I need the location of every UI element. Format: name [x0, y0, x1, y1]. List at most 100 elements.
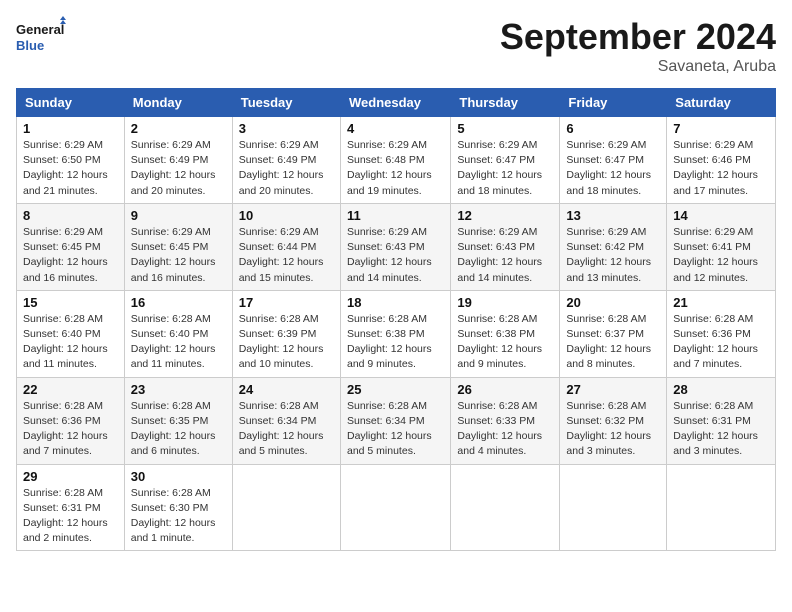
- weekday-header: Tuesday: [232, 89, 340, 117]
- calendar-week-row: 15 Sunrise: 6:28 AM Sunset: 6:40 PM Dayli…: [17, 290, 776, 377]
- day-number: 30: [131, 469, 226, 484]
- calendar-cell: 17 Sunrise: 6:28 AM Sunset: 6:39 PM Dayli…: [232, 290, 340, 377]
- location: Savaneta, Aruba: [500, 58, 776, 76]
- day-number: 14: [673, 208, 769, 223]
- calendar-week-row: 29 Sunrise: 6:28 AM Sunset: 6:31 PM Dayli…: [17, 464, 776, 551]
- day-number: 3: [239, 121, 334, 136]
- day-number: 12: [457, 208, 553, 223]
- day-number: 28: [673, 382, 769, 397]
- calendar-cell: 15 Sunrise: 6:28 AM Sunset: 6:40 PM Dayli…: [17, 290, 125, 377]
- calendar-cell: 13 Sunrise: 6:29 AM Sunset: 6:42 PM Dayli…: [560, 203, 667, 290]
- day-info: Sunrise: 6:28 AM Sunset: 6:33 PM Dayligh…: [457, 399, 553, 460]
- day-number: 1: [23, 121, 118, 136]
- weekday-header: Wednesday: [340, 89, 450, 117]
- calendar-cell: 7 Sunrise: 6:29 AM Sunset: 6:46 PM Daylig…: [667, 117, 776, 204]
- weekday-header: Saturday: [667, 89, 776, 117]
- weekday-header: Sunday: [17, 89, 125, 117]
- calendar-cell: 14 Sunrise: 6:29 AM Sunset: 6:41 PM Dayli…: [667, 203, 776, 290]
- day-number: 25: [347, 382, 444, 397]
- calendar-cell: 21 Sunrise: 6:28 AM Sunset: 6:36 PM Dayli…: [667, 290, 776, 377]
- calendar-cell: 1 Sunrise: 6:29 AM Sunset: 6:50 PM Daylig…: [17, 117, 125, 204]
- day-number: 13: [566, 208, 660, 223]
- day-info: Sunrise: 6:29 AM Sunset: 6:49 PM Dayligh…: [239, 138, 334, 199]
- day-info: Sunrise: 6:28 AM Sunset: 6:39 PM Dayligh…: [239, 312, 334, 373]
- day-info: Sunrise: 6:28 AM Sunset: 6:31 PM Dayligh…: [673, 399, 769, 460]
- calendar-cell: 22 Sunrise: 6:28 AM Sunset: 6:36 PM Dayli…: [17, 377, 125, 464]
- day-info: Sunrise: 6:28 AM Sunset: 6:34 PM Dayligh…: [347, 399, 444, 460]
- day-info: Sunrise: 6:28 AM Sunset: 6:37 PM Dayligh…: [566, 312, 660, 373]
- day-number: 6: [566, 121, 660, 136]
- calendar-cell: [451, 464, 560, 551]
- day-number: 18: [347, 295, 444, 310]
- calendar-cell: 28 Sunrise: 6:28 AM Sunset: 6:31 PM Dayli…: [667, 377, 776, 464]
- day-info: Sunrise: 6:29 AM Sunset: 6:47 PM Dayligh…: [457, 138, 553, 199]
- logo: General Blue: [16, 16, 66, 61]
- logo-svg: General Blue: [16, 16, 66, 61]
- page-header: General Blue September 2024 Savaneta, Ar…: [16, 16, 776, 76]
- day-number: 20: [566, 295, 660, 310]
- day-info: Sunrise: 6:28 AM Sunset: 6:40 PM Dayligh…: [23, 312, 118, 373]
- day-number: 9: [131, 208, 226, 223]
- calendar-cell: 2 Sunrise: 6:29 AM Sunset: 6:49 PM Daylig…: [124, 117, 232, 204]
- day-info: Sunrise: 6:29 AM Sunset: 6:43 PM Dayligh…: [457, 225, 553, 286]
- calendar-cell: 12 Sunrise: 6:29 AM Sunset: 6:43 PM Dayli…: [451, 203, 560, 290]
- calendar-cell: 10Sunrise: 6:29 AM Sunset: 6:44 PM Dayli…: [232, 203, 340, 290]
- svg-text:Blue: Blue: [16, 38, 44, 53]
- day-info: Sunrise: 6:29 AM Sunset: 6:48 PM Dayligh…: [347, 138, 444, 199]
- day-info: Sunrise: 6:28 AM Sunset: 6:30 PM Dayligh…: [131, 486, 226, 547]
- day-number: 5: [457, 121, 553, 136]
- day-info: Sunrise: 6:28 AM Sunset: 6:32 PM Dayligh…: [566, 399, 660, 460]
- day-info: Sunrise: 6:29 AM Sunset: 6:41 PM Dayligh…: [673, 225, 769, 286]
- calendar-week-row: 22 Sunrise: 6:28 AM Sunset: 6:36 PM Dayli…: [17, 377, 776, 464]
- calendar-week-row: 8Sunrise: 6:29 AM Sunset: 6:45 PM Daylig…: [17, 203, 776, 290]
- day-number: 15: [23, 295, 118, 310]
- day-number: 29: [23, 469, 118, 484]
- day-info: Sunrise: 6:29 AM Sunset: 6:46 PM Dayligh…: [673, 138, 769, 199]
- day-number: 21: [673, 295, 769, 310]
- calendar-cell: 29 Sunrise: 6:28 AM Sunset: 6:31 PM Dayli…: [17, 464, 125, 551]
- month-title: September 2024: [500, 16, 776, 58]
- day-number: 24: [239, 382, 334, 397]
- calendar-cell: 6 Sunrise: 6:29 AM Sunset: 6:47 PM Daylig…: [560, 117, 667, 204]
- calendar-week-row: 1 Sunrise: 6:29 AM Sunset: 6:50 PM Daylig…: [17, 117, 776, 204]
- calendar-cell: 20 Sunrise: 6:28 AM Sunset: 6:37 PM Dayli…: [560, 290, 667, 377]
- calendar-cell: 25 Sunrise: 6:28 AM Sunset: 6:34 PM Dayli…: [340, 377, 450, 464]
- day-info: Sunrise: 6:29 AM Sunset: 6:49 PM Dayligh…: [131, 138, 226, 199]
- day-number: 22: [23, 382, 118, 397]
- svg-text:General: General: [16, 22, 64, 37]
- day-info: Sunrise: 6:29 AM Sunset: 6:45 PM Dayligh…: [131, 225, 226, 286]
- calendar-cell: 11Sunrise: 6:29 AM Sunset: 6:43 PM Dayli…: [340, 203, 450, 290]
- day-info: Sunrise: 6:29 AM Sunset: 6:42 PM Dayligh…: [566, 225, 660, 286]
- day-number: 7: [673, 121, 769, 136]
- calendar-table: SundayMondayTuesdayWednesdayThursdayFrid…: [16, 88, 776, 551]
- day-number: 17: [239, 295, 334, 310]
- day-info: Sunrise: 6:29 AM Sunset: 6:50 PM Dayligh…: [23, 138, 118, 199]
- weekday-header: Friday: [560, 89, 667, 117]
- calendar-cell: 9 Sunrise: 6:29 AM Sunset: 6:45 PM Daylig…: [124, 203, 232, 290]
- day-number: 16: [131, 295, 226, 310]
- calendar-cell: 27Sunrise: 6:28 AM Sunset: 6:32 PM Dayli…: [560, 377, 667, 464]
- day-info: Sunrise: 6:28 AM Sunset: 6:31 PM Dayligh…: [23, 486, 118, 547]
- day-number: 11: [347, 208, 444, 223]
- weekday-header-row: SundayMondayTuesdayWednesdayThursdayFrid…: [17, 89, 776, 117]
- day-info: Sunrise: 6:28 AM Sunset: 6:36 PM Dayligh…: [23, 399, 118, 460]
- day-info: Sunrise: 6:28 AM Sunset: 6:36 PM Dayligh…: [673, 312, 769, 373]
- calendar-cell: [340, 464, 450, 551]
- calendar-cell: 16 Sunrise: 6:28 AM Sunset: 6:40 PM Dayli…: [124, 290, 232, 377]
- day-info: Sunrise: 6:28 AM Sunset: 6:34 PM Dayligh…: [239, 399, 334, 460]
- day-number: 2: [131, 121, 226, 136]
- day-info: Sunrise: 6:29 AM Sunset: 6:47 PM Dayligh…: [566, 138, 660, 199]
- calendar-cell: 24 Sunrise: 6:28 AM Sunset: 6:34 PM Dayli…: [232, 377, 340, 464]
- day-info: Sunrise: 6:28 AM Sunset: 6:40 PM Dayligh…: [131, 312, 226, 373]
- day-info: Sunrise: 6:29 AM Sunset: 6:45 PM Dayligh…: [23, 225, 118, 286]
- calendar-cell: 8Sunrise: 6:29 AM Sunset: 6:45 PM Daylig…: [17, 203, 125, 290]
- day-info: Sunrise: 6:29 AM Sunset: 6:44 PM Dayligh…: [239, 225, 334, 286]
- calendar-cell: 30 Sunrise: 6:28 AM Sunset: 6:30 PM Dayli…: [124, 464, 232, 551]
- weekday-header: Monday: [124, 89, 232, 117]
- calendar-cell: [560, 464, 667, 551]
- calendar-cell: [232, 464, 340, 551]
- day-info: Sunrise: 6:28 AM Sunset: 6:38 PM Dayligh…: [347, 312, 444, 373]
- day-info: Sunrise: 6:28 AM Sunset: 6:38 PM Dayligh…: [457, 312, 553, 373]
- calendar-cell: 3 Sunrise: 6:29 AM Sunset: 6:49 PM Daylig…: [232, 117, 340, 204]
- calendar-cell: 26Sunrise: 6:28 AM Sunset: 6:33 PM Dayli…: [451, 377, 560, 464]
